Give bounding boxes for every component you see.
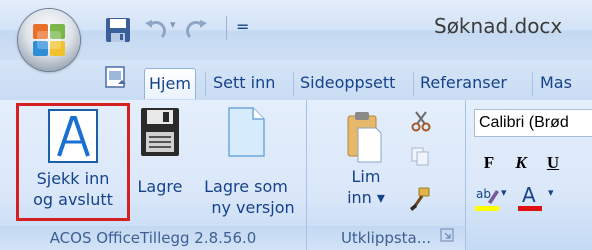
undo-icon[interactable]: [142, 17, 168, 43]
paste-label-line2: inn ▾: [347, 188, 385, 207]
floppy-disk-icon: [141, 108, 179, 156]
group-divider: [465, 100, 466, 250]
tab-mas[interactable]: Mas: [536, 68, 576, 98]
highlight-color-icon[interactable]: ab: [474, 184, 500, 212]
blank-document-icon: [228, 107, 265, 157]
check-in-label-line2: og avslutt: [33, 190, 113, 209]
check-in-and-close-button[interactable]: Sjekk inn og avslutt: [16, 103, 130, 221]
svg-text:A: A: [522, 183, 536, 207]
save-as-label-line1: Lagre som: [204, 177, 288, 196]
tab-separator: [413, 72, 414, 96]
save-icon[interactable]: [104, 16, 132, 44]
font-color-icon[interactable]: A: [516, 182, 544, 212]
save-label: Lagre: [137, 177, 183, 196]
italic-button[interactable]: K: [508, 150, 534, 176]
save-acos-button[interactable]: Lagre: [132, 106, 188, 197]
tab-sideoppsett[interactable]: Sideoppsett: [296, 68, 399, 98]
tab-separator: [293, 72, 294, 96]
format-painter-icon[interactable]: [406, 186, 432, 212]
highlight-dropdown-icon[interactable]: ▾: [501, 186, 507, 199]
tab-separator: [532, 72, 533, 96]
copy-icon[interactable]: [410, 146, 430, 166]
redo-icon[interactable]: [184, 17, 210, 43]
save-as-label-line2: ny versjon: [211, 198, 295, 217]
office-logo-icon: [33, 24, 65, 56]
qat-separator: [226, 16, 227, 40]
tab-referanser[interactable]: Referanser: [416, 68, 511, 98]
dialog-launcher-icon[interactable]: [440, 228, 454, 242]
svg-text:ab: ab: [476, 187, 491, 201]
tab-hjem[interactable]: Hjem: [144, 68, 196, 99]
font-color-dropdown-icon[interactable]: ▾: [548, 186, 554, 199]
cut-icon[interactable]: [410, 110, 432, 132]
undo-dropdown-icon[interactable]: ▾: [170, 18, 176, 31]
group-label-acos: ACOS OfficeTillegg 2.8.56.0: [0, 226, 306, 250]
clipboard-group-title: Utklippsta...: [340, 229, 432, 247]
check-in-label-line1: Sjekk inn: [36, 169, 110, 188]
customize-qat-button[interactable]: =: [236, 17, 249, 36]
paste-label-line1: Lim: [351, 167, 381, 186]
paste-icon[interactable]: [346, 110, 382, 164]
save-as-new-version-button[interactable]: Lagre som ny versjon: [192, 106, 300, 218]
tab-sett-inn[interactable]: Sett inn: [209, 68, 279, 98]
font-name-box[interactable]: Calibri (Brød: [474, 109, 592, 137]
underline-button[interactable]: U: [540, 150, 566, 176]
tab-separator: [205, 72, 206, 96]
paste-button[interactable]: Lim inn ▾: [330, 166, 402, 208]
letter-a-icon: [48, 109, 98, 163]
document-icon: [105, 66, 126, 88]
document-title: Søknad.docx: [434, 14, 563, 38]
bold-button[interactable]: F: [476, 150, 502, 176]
